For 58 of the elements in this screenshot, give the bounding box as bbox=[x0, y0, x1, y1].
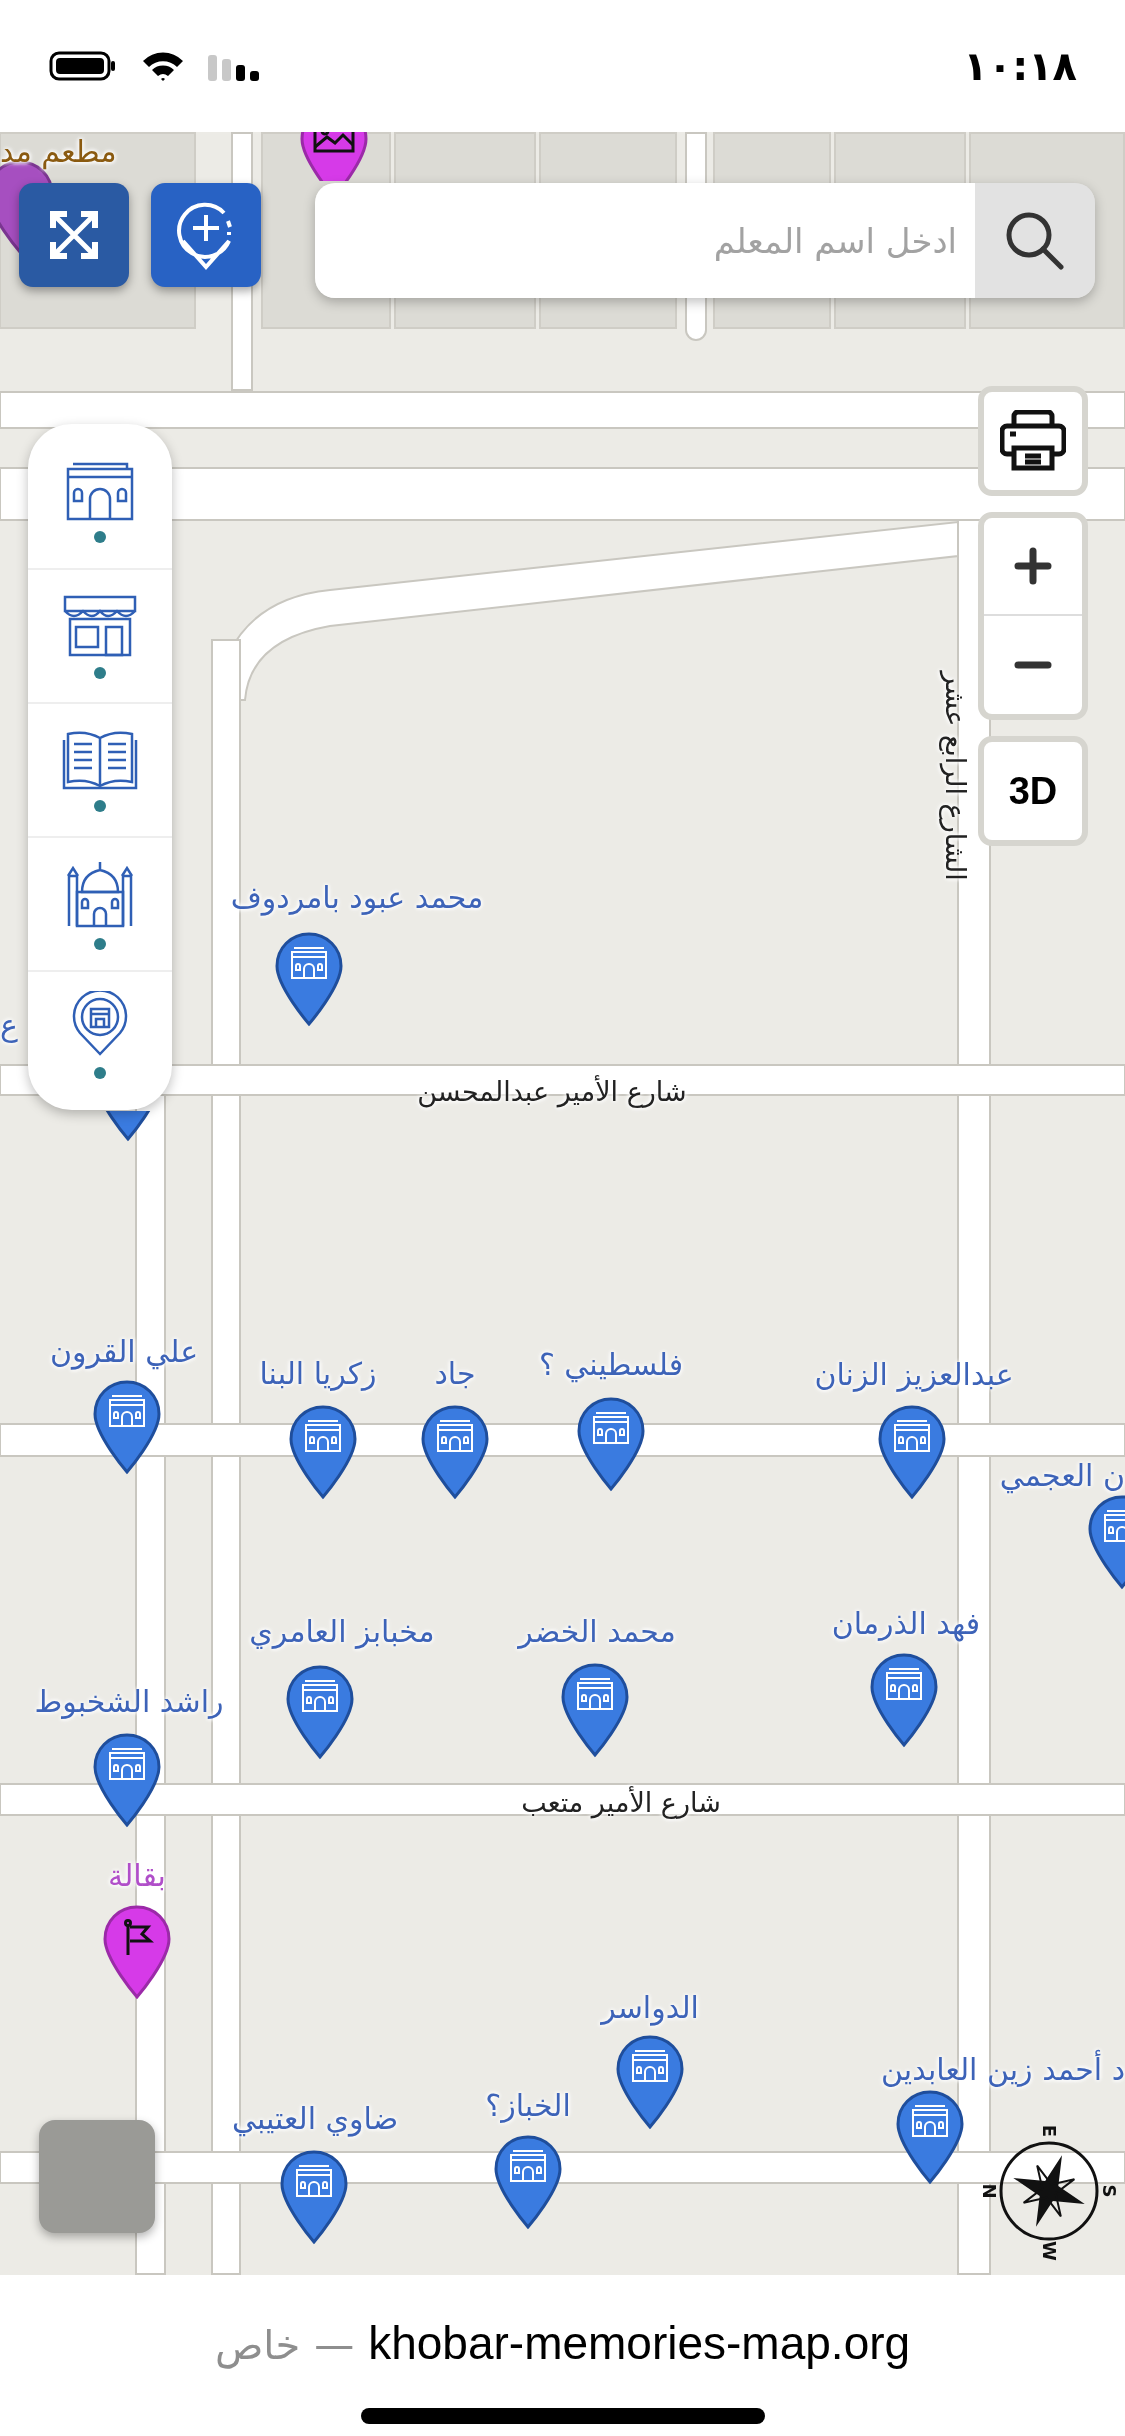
place-label: ضاوي العتيبي bbox=[231, 2100, 399, 2139]
map-pin[interactable] bbox=[92, 1733, 162, 1828]
status-time: ١٠:١٨ bbox=[963, 42, 1077, 91]
battery-icon bbox=[48, 50, 118, 82]
place-label: ن العجمي bbox=[999, 1457, 1125, 1496]
place-label: فهد الذرمان bbox=[831, 1605, 981, 1644]
minus-icon bbox=[1014, 660, 1052, 670]
map-pin[interactable] bbox=[615, 2035, 685, 2130]
fullscreen-button[interactable] bbox=[19, 183, 129, 287]
separator: — bbox=[314, 2321, 355, 2370]
satellite-thumbnail[interactable] bbox=[39, 2120, 155, 2233]
map-pin[interactable] bbox=[420, 1405, 490, 1500]
place-label: جاد bbox=[434, 1355, 476, 1393]
map-pin[interactable] bbox=[285, 1665, 355, 1760]
storefront-icon bbox=[61, 593, 139, 657]
place-label: زكريا البنا bbox=[259, 1355, 377, 1393]
place-label: الخباز؟ bbox=[485, 2087, 571, 2125]
printer-icon bbox=[1000, 410, 1066, 472]
map-pin[interactable] bbox=[274, 932, 344, 1027]
place-label: مطعم مد bbox=[0, 133, 117, 172]
place-label: الدواسر bbox=[601, 1989, 699, 2028]
street-label: شارع الأمير متعب bbox=[521, 1786, 721, 1820]
plus-icon bbox=[1014, 547, 1052, 585]
place-label: عبدالعزيز الزنان bbox=[814, 1356, 1014, 1394]
add-place-button[interactable] bbox=[151, 183, 261, 287]
map-pin[interactable] bbox=[288, 1405, 358, 1500]
map-pin[interactable] bbox=[493, 2135, 563, 2230]
url-text[interactable]: khobar-memories-map.org bbox=[368, 2309, 911, 2378]
place-label: بقالة bbox=[108, 1857, 166, 1895]
place-label: ع bbox=[0, 1007, 18, 1045]
flag-map-pin[interactable] bbox=[102, 1905, 172, 2000]
expand-icon bbox=[49, 210, 99, 260]
search-button[interactable] bbox=[975, 183, 1095, 298]
place-label: فلسطيني ؟ bbox=[538, 1346, 684, 1385]
map-pin[interactable] bbox=[869, 1653, 939, 1748]
place-label: راشد الشخبوط bbox=[34, 1683, 224, 1721]
map-pin[interactable] bbox=[279, 2150, 349, 2245]
place-label: محمد الخضر bbox=[518, 1613, 676, 1651]
place-label: مخبابز العامري bbox=[249, 1613, 435, 1651]
photo-map-pin[interactable] bbox=[299, 132, 369, 181]
search-field[interactable]: ادخل اسم المعلم bbox=[315, 183, 975, 298]
place-label: محمد عبود بامردوف bbox=[230, 879, 484, 918]
map-pin[interactable] bbox=[560, 1663, 630, 1758]
map-pin[interactable] bbox=[576, 1397, 646, 1492]
street-label: شارع الأمير عبدالمحسن bbox=[417, 1075, 687, 1109]
map-pin[interactable] bbox=[92, 1380, 162, 1475]
compass-drawing[interactable]: E S W N bbox=[975, 2117, 1123, 2265]
street-label: الشارع الرابع عشر bbox=[938, 671, 972, 881]
3d-view-button[interactable]: 3D bbox=[978, 736, 1088, 846]
building-icon bbox=[65, 461, 135, 521]
map-pin[interactable] bbox=[895, 2090, 965, 2185]
place-label: د أحمد زين العابدين bbox=[881, 2050, 1125, 2090]
book-icon bbox=[62, 728, 138, 790]
location-pin-icon bbox=[72, 991, 128, 1057]
map-pin[interactable] bbox=[877, 1405, 947, 1500]
print-button[interactable] bbox=[978, 386, 1088, 496]
place-label: علي القرون bbox=[49, 1333, 199, 1372]
private-label: خاص bbox=[214, 2321, 301, 2371]
